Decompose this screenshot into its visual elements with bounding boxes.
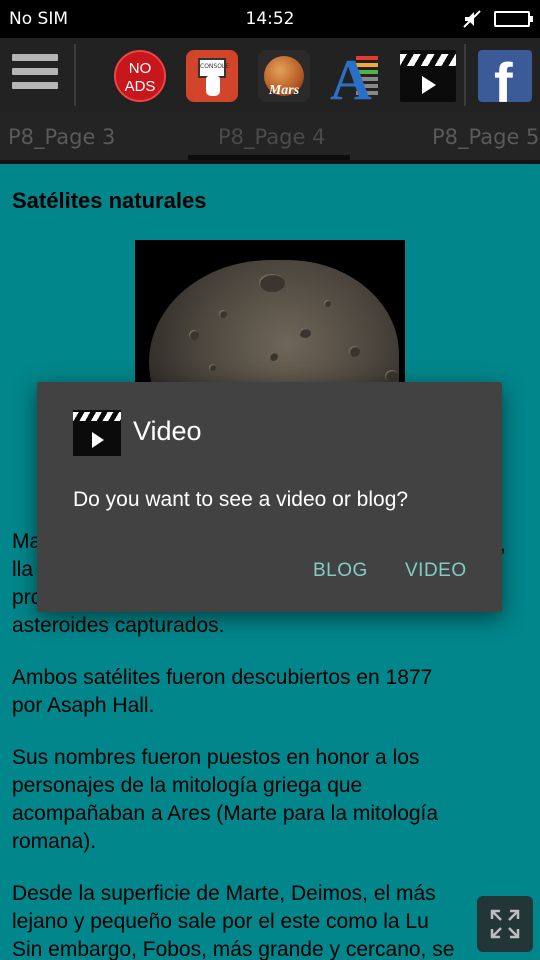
font-app-button[interactable]: A	[328, 50, 380, 102]
dialog-title: Video	[133, 416, 202, 446]
page-heading: Satélites naturales	[12, 188, 207, 213]
app-toolbar: NO ADS CONSOLE Mars A f	[0, 38, 540, 112]
paragraph-1-clipped-char: ,	[500, 533, 506, 556]
dialog-message: Do you want to see a video or blog?	[73, 488, 409, 511]
mars-app-label: Mars	[268, 83, 300, 98]
battery-icon	[494, 11, 533, 27]
console-screen-icon: CONSOLE	[198, 58, 229, 78]
facebook-icon: f	[494, 51, 513, 102]
font-letter-icon: A	[330, 50, 372, 102]
toolbar-divider	[464, 44, 466, 106]
paragraph-2: Ambos satélites fueron descubiertos en 1…	[12, 666, 433, 717]
mute-icon	[463, 10, 481, 28]
tab-page-3[interactable]: P8_Page 3	[8, 125, 115, 149]
hamburger-menu-icon[interactable]	[12, 54, 58, 96]
fullscreen-icon	[490, 909, 520, 939]
tab-page-5[interactable]: P8_Page 5	[432, 125, 539, 149]
moon-image	[135, 240, 405, 390]
tab-page-4[interactable]: P8_Page 4	[218, 125, 325, 149]
video-dialog: Video Do you want to see a video or blog…	[37, 382, 502, 612]
play-icon	[92, 432, 104, 448]
clapperboard-icon	[400, 54, 456, 66]
blog-button[interactable]: BLOG	[313, 560, 368, 582]
hand-pointer-icon	[206, 76, 220, 96]
no-ads-label: NO ADS	[124, 60, 156, 95]
mars-app-button[interactable]: Mars	[258, 50, 310, 102]
clapperboard-icon	[73, 410, 121, 456]
paragraph-4: Desde la superficie de Marte, Deimos, el…	[12, 882, 455, 960]
no-ads-button[interactable]: NO ADS	[114, 50, 166, 102]
console-app-button[interactable]: CONSOLE	[186, 50, 238, 102]
toolbar-divider	[74, 44, 76, 106]
video-app-button[interactable]	[400, 50, 456, 102]
status-bar: No SIM 14:52	[0, 0, 540, 38]
video-button[interactable]: VIDEO	[405, 560, 467, 582]
clock: 14:52	[245, 9, 295, 29]
paragraph-3: Sus nombres fueron puestos en honor a lo…	[12, 746, 439, 853]
facebook-button[interactable]: f	[478, 50, 532, 102]
page-tabs: P8_Page 3 P8_Page 4 P8_Page 5	[0, 112, 540, 162]
play-icon	[422, 76, 436, 94]
fullscreen-button[interactable]	[477, 896, 533, 952]
